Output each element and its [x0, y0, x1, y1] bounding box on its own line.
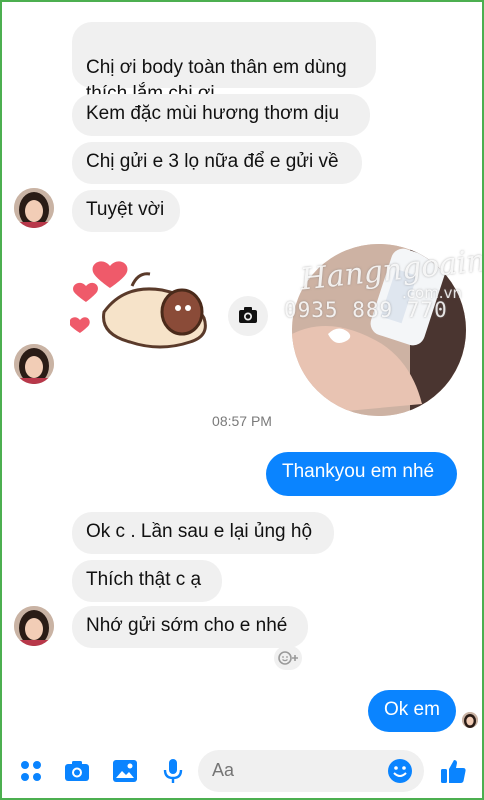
avatar[interactable] [14, 188, 54, 228]
message-input[interactable] [212, 760, 372, 781]
avatar[interactable] [14, 344, 54, 384]
message-text: Thankyou em nhé [282, 461, 435, 482]
message-bubble-incoming[interactable]: Kem đặc mùi hương thơm dịu [72, 94, 370, 136]
message-bubble-incoming[interactable]: Nhớ gửi sớm cho e nhé [72, 606, 308, 648]
message-bubble-incoming[interactable]: Thích thật c ạ [72, 560, 222, 602]
camera-icon[interactable] [62, 756, 92, 786]
message-bubble-incoming[interactable]: Tuyệt vời [72, 190, 180, 232]
composer-toolbar [0, 742, 484, 800]
message-bubble-incoming[interactable]: Chị gửi e 3 lọ nữa để e gửi về [72, 142, 362, 184]
message-text: Ok c . Lần sau e lại ủng hộ [86, 521, 313, 542]
message-text: Tuyệt vời [86, 199, 165, 220]
message-bubble-incoming[interactable]: Chị ơi body toàn thân em dùng thích lắm … [72, 22, 376, 104]
image-icon[interactable] [110, 756, 140, 786]
watermark-phone: 0935 889 770 [284, 298, 448, 322]
message-input-container[interactable] [198, 750, 424, 792]
avatar-photo [14, 606, 54, 646]
message-bubble-incoming[interactable]: Ok c . Lần sau e lại ủng hộ [72, 512, 334, 554]
sticker[interactable] [69, 252, 220, 364]
message-text: Thích thật c ạ [86, 569, 202, 590]
message-text: Chị gửi e 3 lọ nữa để e gửi về [86, 151, 339, 172]
message-text: Nhớ gửi sớm cho e nhé [86, 615, 288, 636]
message-bubble-outgoing[interactable]: Thankyou em nhé [266, 452, 457, 496]
camera-icon[interactable] [228, 296, 268, 336]
avatar[interactable] [14, 606, 54, 646]
avatar-photo [14, 344, 54, 384]
timestamp: 08:57 PM [212, 413, 272, 429]
microphone-icon[interactable] [158, 756, 188, 786]
react-icon[interactable] [274, 646, 302, 670]
apps-icon[interactable] [16, 756, 46, 786]
emoji-icon[interactable] [386, 757, 414, 785]
avatar-photo [14, 188, 54, 228]
message-bubble-outgoing[interactable]: Ok em [368, 690, 456, 732]
seen-avatar [462, 712, 478, 728]
message-text: Kem đặc mùi hương thơm dịu [86, 103, 340, 124]
message-text: Ok em [384, 699, 440, 720]
like-icon[interactable] [438, 756, 468, 786]
